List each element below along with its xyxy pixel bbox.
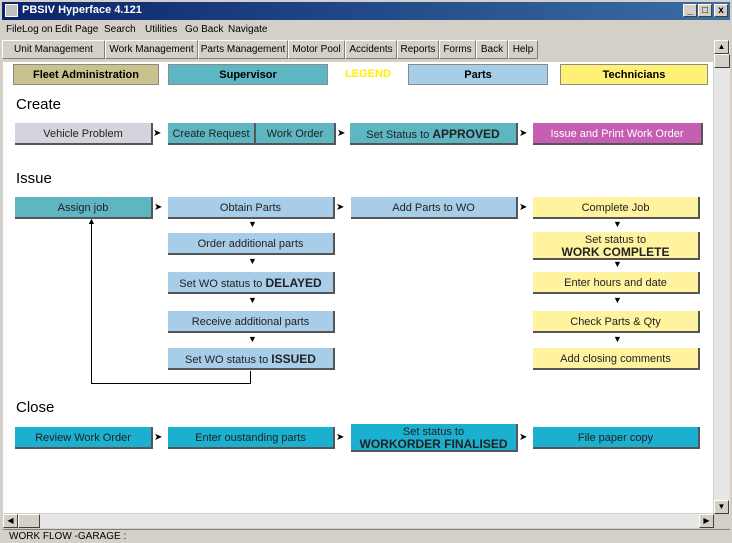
nav-forms[interactable]: Forms (439, 40, 476, 59)
minimize-button[interactable]: _ (683, 4, 697, 17)
legend-parts: Parts (408, 64, 548, 85)
box-set-wo-issued[interactable]: Set WO status to ISSUED (168, 348, 335, 370)
scroll-right-icon[interactable]: ▶ (699, 514, 714, 528)
status-prefix-text: Set Status to (366, 129, 433, 141)
title-bar: PBSIV Hyperface 4.121 _ □ x (2, 2, 730, 20)
horizontal-scrollbar[interactable]: ◀ ▶ (3, 514, 714, 528)
section-close: Close (16, 399, 55, 416)
arrow-right-icon: ➤ (336, 202, 345, 213)
loop-line-riser (250, 371, 251, 384)
scroll-left-icon[interactable]: ◀ (3, 514, 18, 528)
arrow-down-icon: ▼ (248, 256, 257, 266)
box-set-work-complete[interactable]: Set status to WORK COMPLETE (533, 232, 700, 260)
box-enter-hours-date[interactable]: Enter hours and date (533, 272, 700, 294)
close-button[interactable]: x (714, 4, 728, 17)
legend-fleet-administration: Fleet Administration (13, 64, 159, 85)
menu-edit-page[interactable]: Edit Page (55, 24, 98, 35)
menu-navigate[interactable]: Navigate (228, 24, 267, 35)
nav-parts-management[interactable]: Parts Management (198, 40, 288, 59)
box-complete-job[interactable]: Complete Job (533, 197, 700, 219)
scroll-down-icon[interactable]: ▼ (714, 500, 729, 514)
nav-accidents[interactable]: Accidents (345, 40, 397, 59)
nav-toolbar: Unit Management Work Management Parts Ma… (2, 40, 712, 60)
scroll-thumb[interactable] (714, 54, 730, 68)
section-issue: Issue (16, 170, 52, 187)
box-review-work-order[interactable]: Review Work Order (15, 427, 153, 449)
box-file-paper-copy[interactable]: File paper copy (533, 427, 700, 449)
nav-back[interactable]: Back (476, 40, 508, 59)
legend-technicians: Technicians (560, 64, 708, 85)
section-create: Create (16, 96, 62, 113)
arrow-up-icon: ▲ (87, 216, 96, 226)
wc-line-2: WORK COMPLETE (561, 245, 670, 259)
delayed-status-text: DELAYED (265, 276, 322, 290)
arrow-right-icon: ➤ (337, 128, 346, 139)
hscroll-thumb[interactable] (18, 514, 40, 528)
app-window: PBSIV Hyperface 4.121 _ □ x File Log on … (0, 0, 732, 543)
scroll-up-icon[interactable]: ▲ (714, 40, 729, 54)
arrow-right-icon: ➤ (519, 432, 528, 443)
vertical-scrollbar[interactable]: ▲ ▼ (714, 40, 730, 514)
box-vehicle-problem[interactable]: Vehicle Problem (15, 123, 153, 145)
menu-search[interactable]: Search (104, 24, 136, 35)
box-work-order[interactable]: Work Order (256, 123, 336, 145)
box-create-request[interactable]: Create Request (168, 123, 256, 145)
arrow-down-icon: ▼ (613, 295, 622, 305)
menu-log-on[interactable]: Log on (22, 24, 53, 35)
box-add-parts-to-wo[interactable]: Add Parts to WO (351, 197, 518, 219)
issued-prefix-text: Set WO status to (185, 354, 272, 366)
status-approved-text: APPROVED (432, 127, 500, 141)
loop-line-horizontal (91, 383, 251, 384)
arrow-right-icon: ➤ (336, 432, 345, 443)
arrow-right-icon: ➤ (519, 128, 528, 139)
fin-line-2: WORKORDER FINALISED (359, 437, 508, 451)
nav-help[interactable]: Help (508, 40, 538, 59)
box-add-closing-comments[interactable]: Add closing comments (533, 348, 700, 370)
legend-supervisor: Supervisor (168, 64, 328, 85)
arrow-down-icon: ▼ (248, 334, 257, 344)
nav-unit-management[interactable]: Unit Management (2, 40, 105, 59)
box-receive-additional-parts[interactable]: Receive additional parts (168, 311, 335, 333)
legend-title: LEGEND (345, 68, 391, 80)
box-set-workorder-finalised[interactable]: Set status to WORKORDER FINALISED (351, 424, 518, 452)
window-title: PBSIV Hyperface 4.121 (22, 4, 142, 16)
menu-bar: File Log on Edit Page Search Utilities G… (2, 21, 730, 38)
arrow-down-icon: ▼ (613, 334, 622, 344)
box-obtain-parts[interactable]: Obtain Parts (168, 197, 335, 219)
menu-file[interactable]: File (6, 24, 22, 35)
arrow-down-icon: ▼ (613, 259, 622, 269)
arrow-down-icon: ▼ (613, 219, 622, 229)
menu-utilities[interactable]: Utilities (145, 24, 177, 35)
status-text: WORK FLOW -GARAGE : (9, 531, 127, 542)
nav-reports[interactable]: Reports (397, 40, 439, 59)
box-issue-print-work-order[interactable]: Issue and Print Work Order (533, 123, 703, 145)
menu-go-back[interactable]: Go Back (185, 24, 223, 35)
nav-work-management[interactable]: Work Management (105, 40, 198, 59)
arrow-right-icon: ➤ (154, 202, 163, 213)
nav-motor-pool[interactable]: Motor Pool (288, 40, 345, 59)
issued-status-text: ISSUED (271, 352, 316, 366)
workflow-canvas: Fleet Administration Supervisor LEGEND P… (3, 62, 713, 513)
arrow-down-icon: ▼ (248, 295, 257, 305)
arrow-down-icon: ▼ (248, 219, 257, 229)
box-set-wo-delayed[interactable]: Set WO status to DELAYED (168, 272, 335, 294)
box-order-additional-parts[interactable]: Order additional parts (168, 233, 335, 255)
arrow-right-icon: ➤ (153, 128, 162, 139)
arrow-right-icon: ➤ (154, 432, 163, 443)
box-assign-job[interactable]: Assign job (15, 197, 153, 219)
box-check-parts-qty[interactable]: Check Parts & Qty (533, 311, 700, 333)
box-set-status-approved[interactable]: Set Status to APPROVED (350, 123, 518, 145)
loop-line-vertical (91, 224, 92, 384)
delayed-prefix-text: Set WO status to (179, 278, 266, 290)
box-enter-outstanding-parts[interactable]: Enter oustanding parts (168, 427, 335, 449)
app-icon (5, 4, 18, 17)
status-bar: WORK FLOW -GARAGE : (3, 529, 730, 543)
maximize-button[interactable]: □ (698, 4, 712, 17)
arrow-right-icon: ➤ (519, 202, 528, 213)
